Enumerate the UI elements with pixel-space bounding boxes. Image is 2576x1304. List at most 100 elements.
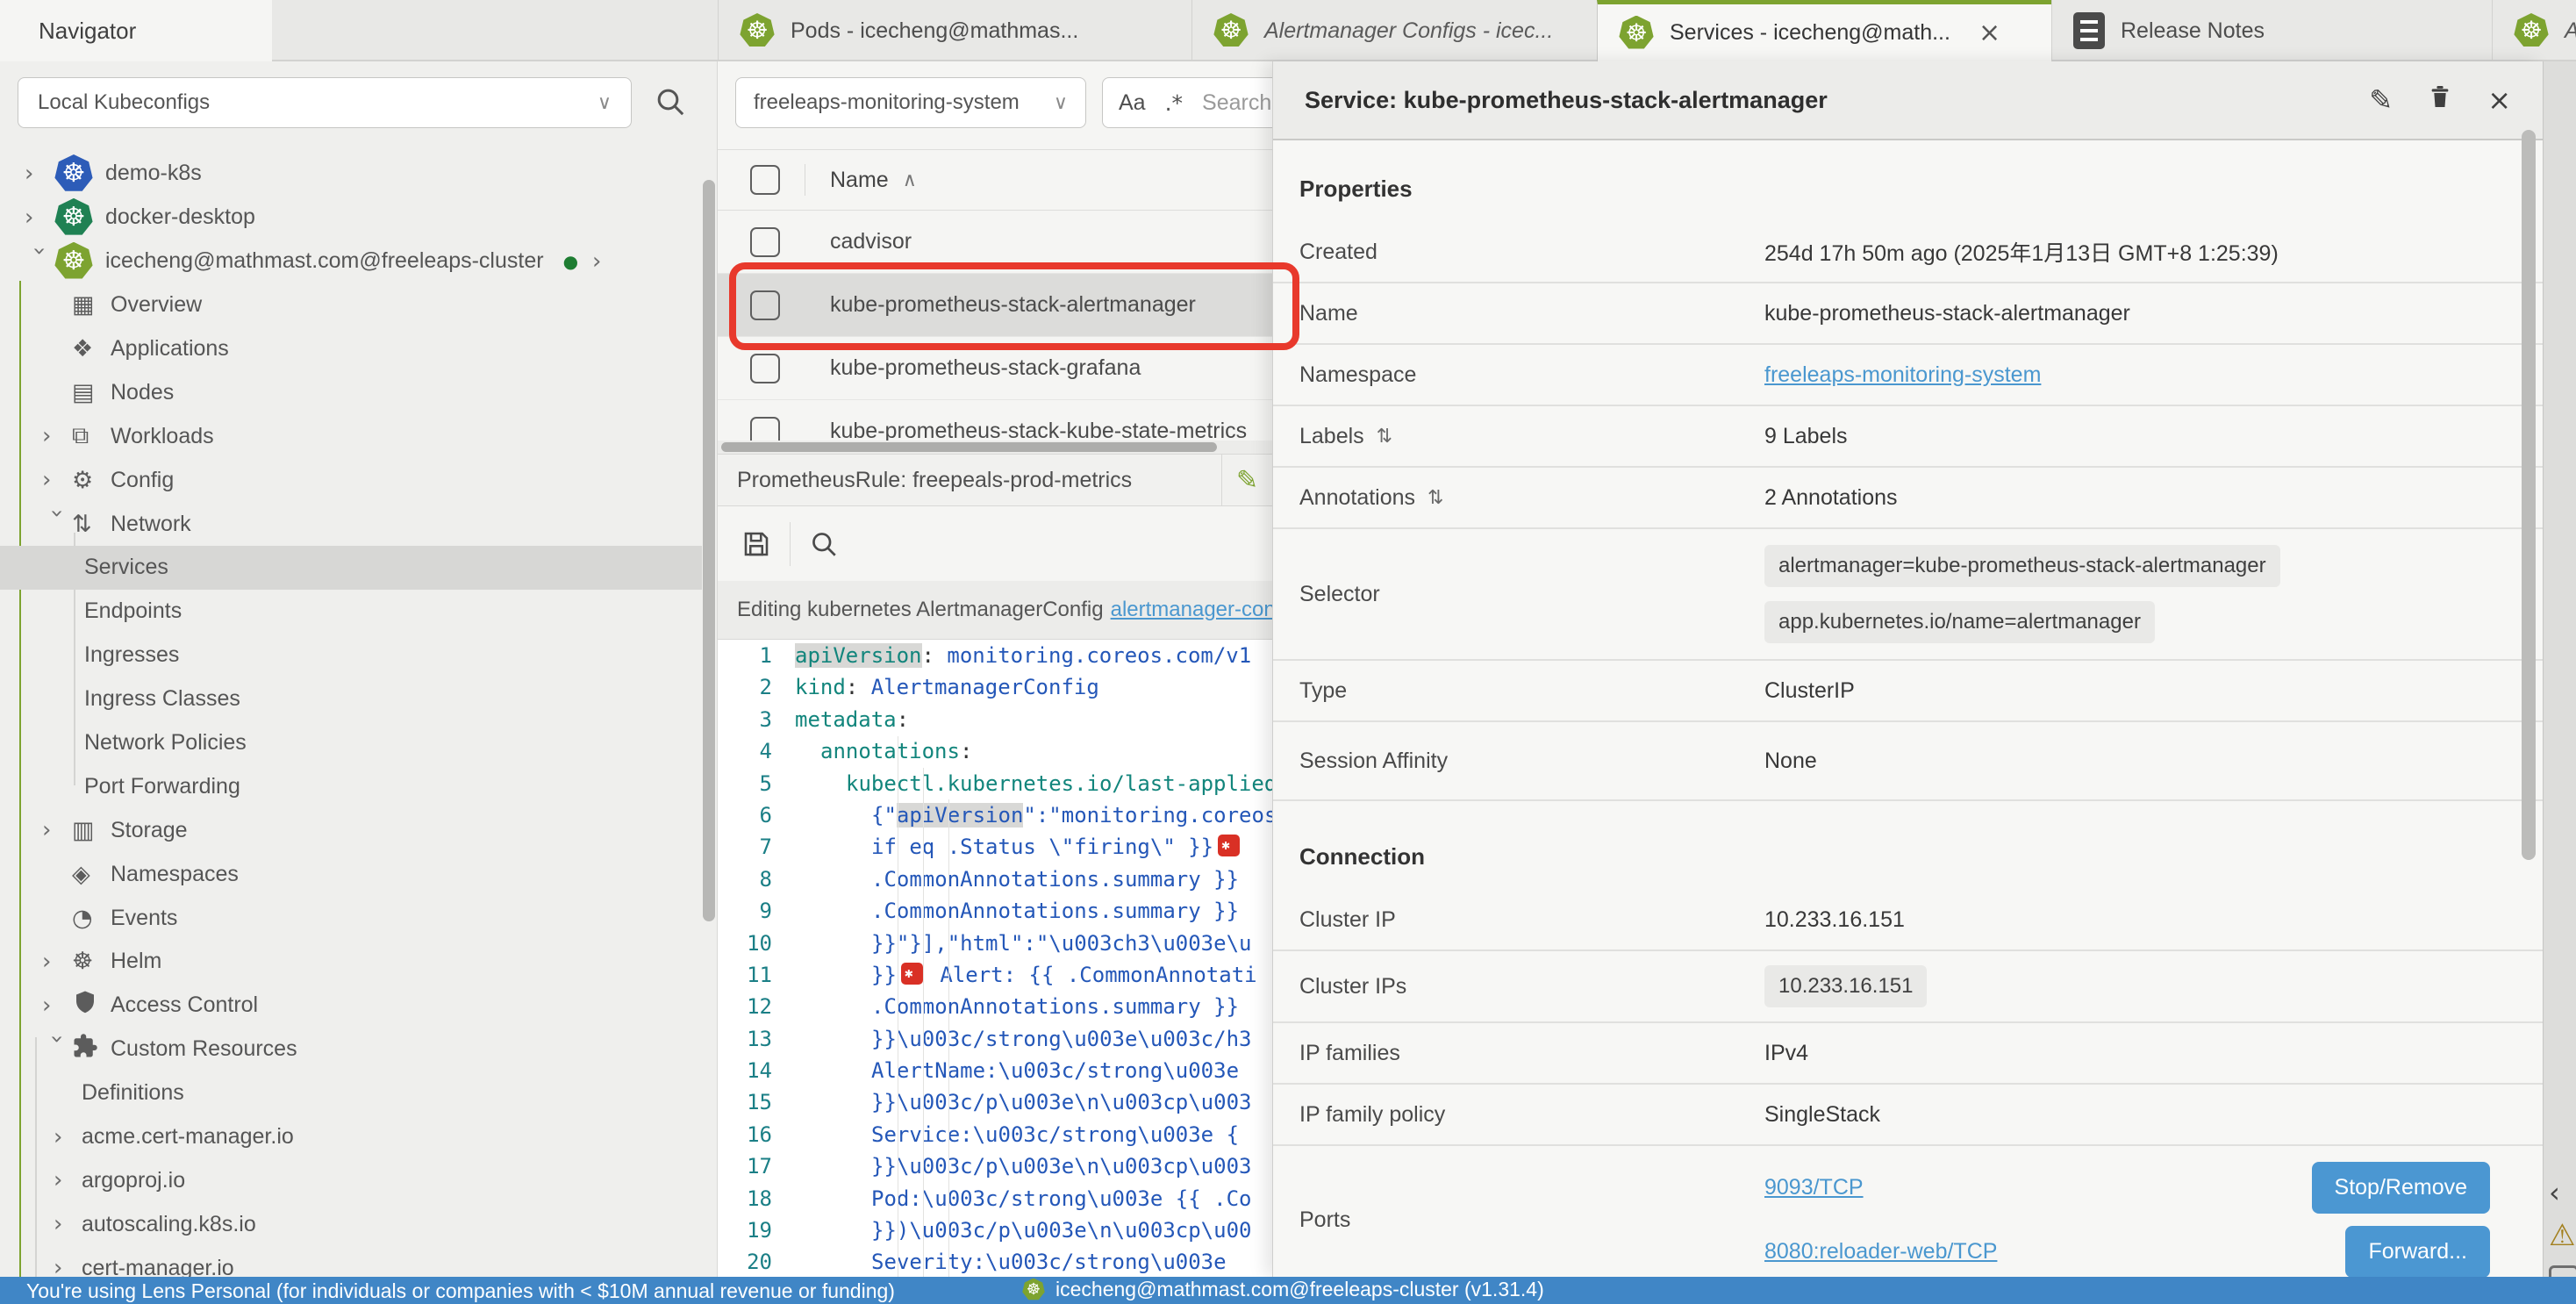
kubernetes-wheel-glyph: ☸	[1625, 21, 1647, 46]
sort-toggle-icon[interactable]: ⇅	[1377, 426, 1392, 448]
yaml-editor[interactable]: 1apiVersion: monitoring.coreos.com/v12ki…	[718, 640, 1272, 1277]
sidebar-item-events[interactable]: ◔Events	[0, 896, 702, 940]
sidebar-item-namespaces[interactable]: ◈Namespaces	[0, 852, 702, 896]
sidebar-item-services[interactable]: Services	[0, 546, 702, 590]
editing-resource-link[interactable]: alertmanager-config	[1111, 598, 1272, 622]
table-row-kube-prometheus-stack-kube-state-metrics[interactable]: kube-prometheus-stack-kube-state-metrics	[718, 400, 1272, 441]
line-number: 11	[718, 959, 795, 991]
row-checkbox[interactable]	[750, 354, 780, 383]
search-icon[interactable]	[808, 528, 840, 560]
sidebar-item-cert-manager-io[interactable]: ›cert-manager.io	[0, 1246, 702, 1277]
sidebar-item-custom-resources[interactable]: ›Custom Resources	[0, 1028, 702, 1071]
save-icon[interactable]	[741, 528, 772, 560]
row-checkbox[interactable]	[750, 417, 780, 441]
row-checkbox[interactable]	[750, 290, 780, 320]
sidebar-cluster-demo-k8s[interactable]: ›☸demo-k8s	[0, 152, 702, 196]
table-row-cadvisor[interactable]: cadvisor	[718, 211, 1272, 274]
sidebar-item-nodes[interactable]: ▤Nodes	[0, 370, 702, 414]
chevron-right-icon[interactable]: ›	[42, 817, 72, 843]
edit-pencil-icon[interactable]: ✎	[1222, 465, 1272, 496]
horizontal-scrollbar[interactable]	[718, 441, 1272, 454]
delete-trash-icon[interactable]	[2426, 82, 2454, 118]
chevron-right-icon[interactable]: ›	[42, 992, 72, 1019]
sidebar-item-label: cert-manager.io	[82, 1256, 234, 1277]
chevron-right-icon[interactable]: ›	[42, 467, 72, 493]
sort-ascending-icon[interactable]: ∧	[903, 169, 917, 191]
row-checkbox[interactable]	[750, 227, 780, 257]
code-token: Service:\u003c/strong\u003e {	[871, 1122, 1239, 1147]
tab-pods-icecheng-mathmas-[interactable]: ☸Pods - icecheng@mathmas...	[718, 0, 1191, 61]
stop-remove-button[interactable]: Stop/Remove	[2312, 1162, 2490, 1214]
sidebar-item-access-control[interactable]: ›Access Control	[0, 984, 702, 1028]
port-link[interactable]: 9093/TCP	[1764, 1175, 1864, 1200]
chevron-right-icon[interactable]: ›	[54, 1255, 82, 1277]
detail-row-ports: Ports9093/TCPStop/Remove8080:reloader-we…	[1273, 1146, 2543, 1277]
table-row-kube-prometheus-stack-grafana[interactable]: kube-prometheus-stack-grafana	[718, 337, 1272, 400]
sidebar-search-button[interactable]	[653, 84, 688, 124]
sidebar-cluster-icecheng-mathmast-com-freeleaps-cluster[interactable]: ›☸icecheng@mathmast.com@freeleaps-cluste…	[0, 240, 702, 283]
sidebar-item-argoproj-io[interactable]: ›argoproj.io	[0, 1158, 702, 1202]
match-case-toggle[interactable]: Aa	[1119, 90, 1146, 116]
chevron-right-icon[interactable]: ›	[54, 1167, 82, 1193]
sidebar-item-applications[interactable]: ❖Applications	[0, 327, 702, 371]
sidebar-item-endpoints[interactable]: Endpoints	[0, 590, 702, 634]
chevron-right-icon[interactable]: ›	[54, 1124, 82, 1150]
sidebar-item-network-policies[interactable]: Network Policies	[0, 721, 702, 765]
chevron-down-icon[interactable]: ›	[44, 509, 70, 539]
sidebar-item-network[interactable]: ›⇅Network	[0, 502, 702, 546]
sidebar-item-definitions[interactable]: Definitions	[0, 1071, 702, 1115]
port-link[interactable]: 8080:reloader-web/TCP	[1764, 1239, 1997, 1265]
code-line: 10}}"}],"html":"\u003ch3\u003e\u	[718, 928, 1272, 959]
drawer-scrollbar[interactable]	[2522, 130, 2536, 860]
horizontal-scrollbar-thumb[interactable]	[721, 442, 1217, 452]
code-line: 5kubectl.kubernetes.io/last-applied-conf…	[718, 768, 1272, 799]
sidebar-item-config[interactable]: ›⚙Config	[0, 458, 702, 502]
sidebar-item-port-forwarding[interactable]: Port Forwarding	[0, 764, 702, 808]
sidebar-item-autoscaling-k8s-io[interactable]: ›autoscaling.k8s.io	[0, 1202, 702, 1246]
chevron-right-icon[interactable]: ›	[42, 423, 72, 449]
chevron-right-icon[interactable]: ›	[25, 161, 54, 187]
code-token: {"	[871, 803, 897, 828]
tab-services-icecheng-math-[interactable]: ☸Services - icecheng@math...×	[1597, 0, 2051, 61]
tab-release-notes[interactable]: Release Notes	[2051, 0, 2492, 61]
code-token: }}	[871, 963, 897, 987]
code-token: Alert: {{ .CommonAnnotati	[927, 963, 1257, 987]
services-search-box[interactable]: Aa .* Search	[1102, 77, 1272, 128]
cluster-status[interactable]: ☸ icecheng@mathmast.com@freeleaps-cluste…	[1022, 1278, 1544, 1301]
forward-button[interactable]: Forward...	[2345, 1226, 2490, 1277]
tab-alertmanager-configs-icec-[interactable]: ☸Alertmanager Configs - icec...	[1191, 0, 1597, 61]
sidebar-scrollbar[interactable]	[703, 180, 715, 921]
search-input[interactable]: Search	[1202, 90, 1271, 116]
chevron-down-icon[interactable]: ›	[44, 1035, 70, 1064]
sidebar-item-workloads[interactable]: ›⧉Workloads	[0, 414, 702, 458]
chevron-down-icon[interactable]: ›	[26, 247, 53, 276]
sort-toggle-icon[interactable]: ⇅	[1428, 487, 1443, 509]
value-badge: alertmanager=kube-prometheus-stack-alert…	[1764, 545, 2280, 587]
namespace-link[interactable]: freeleaps-monitoring-system	[1764, 362, 2041, 388]
namespace-select[interactable]: freeleaps-monitoring-system ∨	[735, 77, 1086, 128]
chevron-right-icon[interactable]: ›	[42, 949, 72, 975]
chevron-right-icon[interactable]: ›	[54, 1211, 82, 1237]
sidebar-cluster-docker-desktop[interactable]: ›☸docker-desktop	[0, 196, 702, 240]
chevron-right-icon[interactable]: ›	[25, 204, 54, 231]
navigator-panel-tab[interactable]: Navigator	[0, 0, 272, 61]
sidebar-item-helm[interactable]: ›☸Helm	[0, 940, 702, 984]
table-row-kube-prometheus-stack-alertmanager[interactable]: kube-prometheus-stack-alertmanager	[718, 274, 1272, 337]
close-icon[interactable]: ×	[2487, 83, 2511, 117]
sidebar-item-overview[interactable]: ▦Overview	[0, 283, 702, 327]
sidebar-item-storage[interactable]: ›▥Storage	[0, 808, 702, 852]
sidebar-item-ingress-classes[interactable]: Ingress Classes	[0, 677, 702, 721]
chevron-right-icon[interactable]: ›	[592, 248, 601, 275]
edit-pencil-icon[interactable]: ✎	[2369, 83, 2393, 117]
code-token: apiVersion	[795, 643, 922, 668]
close-icon[interactable]: ×	[1979, 18, 2000, 48]
select-all-checkbox[interactable]	[750, 165, 780, 195]
code-token: ":"monitoring.coreos	[1023, 803, 1272, 828]
regex-toggle[interactable]: .*	[1165, 90, 1183, 116]
cluster-status-text: icecheng@mathmast.com@freeleaps-cluster …	[1055, 1278, 1544, 1301]
sidebar-item-ingresses[interactable]: Ingresses	[0, 634, 702, 677]
sidebar-item-acme-cert-manager-io[interactable]: ›acme.cert-manager.io	[0, 1115, 702, 1159]
tab-alertm-[interactable]: ☸Alertm...	[2492, 0, 2576, 61]
name-column-header[interactable]: Name	[830, 168, 889, 193]
kubeconfig-select[interactable]: Local Kubeconfigs ∨	[18, 77, 632, 128]
